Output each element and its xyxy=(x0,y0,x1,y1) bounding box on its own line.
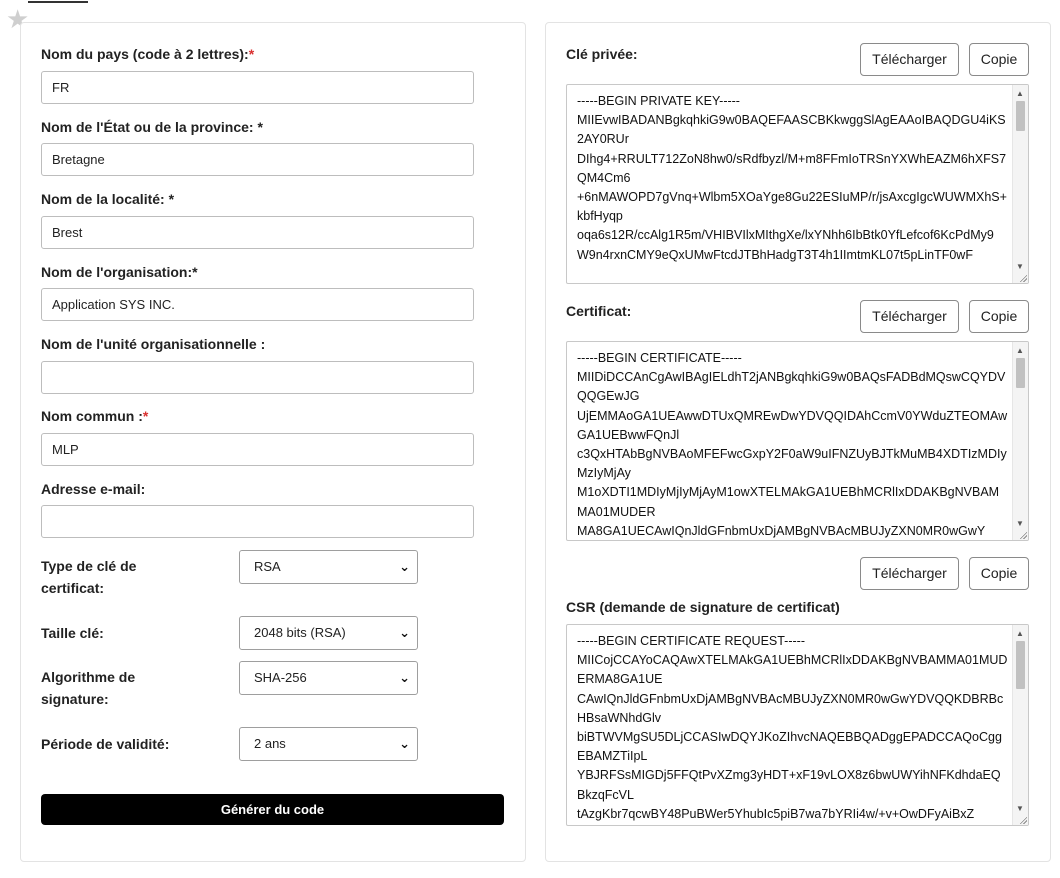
signature-algorithm-select[interactable]: SHA-256 ⌄ xyxy=(239,661,418,695)
top-link-underline[interactable] xyxy=(28,0,88,3)
scrollbar-thumb[interactable] xyxy=(1016,358,1025,388)
csr-label: CSR (demande de signature de certificat) xyxy=(566,599,840,615)
certificate-copy-button[interactable]: Copie xyxy=(969,300,1029,333)
common-name-label: Nom commun :* xyxy=(41,408,149,424)
org-unit-label: Nom de l'unité organisationnelle : xyxy=(41,336,266,352)
csr-text: -----BEGIN CERTIFICATE REQUEST----- MIIC… xyxy=(577,634,1008,821)
scroll-up-arrow-icon[interactable]: ▲ xyxy=(1016,89,1024,98)
scroll-up-arrow-icon[interactable]: ▲ xyxy=(1016,346,1024,355)
state-input[interactable]: Bretagne xyxy=(41,143,474,176)
chevron-down-icon: ⌄ xyxy=(399,736,410,751)
validity-label: Période de validité: xyxy=(41,736,170,752)
scroll-down-arrow-icon[interactable]: ▼ xyxy=(1016,804,1024,813)
state-label: Nom de l'État ou de la province: * xyxy=(41,119,263,135)
private-key-label: Clé privée: xyxy=(566,46,638,62)
email-input[interactable] xyxy=(41,505,474,538)
key-size-select[interactable]: 2048 bits (RSA) ⌄ xyxy=(239,616,418,650)
certificate-label: Certificat: xyxy=(566,303,632,319)
key-type-label: Type de clé de certificat: xyxy=(41,558,137,596)
org-unit-input[interactable] xyxy=(41,361,474,394)
country-label: Nom du pays (code à 2 lettres):* xyxy=(41,46,255,62)
csr-copy-button[interactable]: Copie xyxy=(969,557,1029,590)
csr-download-button[interactable]: Télécharger xyxy=(860,557,959,590)
resize-handle-icon[interactable] xyxy=(1019,816,1027,824)
scroll-up-arrow-icon[interactable]: ▲ xyxy=(1016,629,1024,638)
scroll-down-arrow-icon[interactable]: ▼ xyxy=(1016,262,1024,271)
chevron-down-icon: ⌄ xyxy=(399,559,410,574)
validity-select[interactable]: 2 ans ⌄ xyxy=(239,727,418,761)
resize-handle-icon[interactable] xyxy=(1019,531,1027,539)
key-type-select[interactable]: RSA ⌄ xyxy=(239,550,418,584)
certificate-text: -----BEGIN CERTIFICATE----- MIIDiDCCAnCg… xyxy=(577,351,1008,538)
csr-textarea[interactable]: -----BEGIN CERTIFICATE REQUEST----- MIIC… xyxy=(566,624,1029,826)
chevron-down-icon: ⌄ xyxy=(399,670,410,685)
locality-input[interactable]: Brest xyxy=(41,216,474,249)
private-key-scrollbar[interactable]: ▲ ▼ xyxy=(1012,85,1028,283)
csr-form-card: Nom du pays (code à 2 lettres):* FR Nom … xyxy=(20,22,526,862)
csr-scrollbar[interactable]: ▲ ▼ xyxy=(1012,625,1028,825)
private-key-text: -----BEGIN PRIVATE KEY----- MIIEvwIBADAN… xyxy=(577,94,1007,262)
private-key-download-button[interactable]: Télécharger xyxy=(860,43,959,76)
signature-algorithm-label: Algorithme de signature: xyxy=(41,669,136,707)
common-name-input[interactable]: MLP xyxy=(41,433,474,466)
certificate-scrollbar[interactable]: ▲ ▼ xyxy=(1012,342,1028,540)
chevron-down-icon: ⌄ xyxy=(399,625,410,640)
key-size-label: Taille clé: xyxy=(41,625,104,641)
scrollbar-thumb[interactable] xyxy=(1016,641,1025,689)
scroll-down-arrow-icon[interactable]: ▼ xyxy=(1016,519,1024,528)
generate-button[interactable]: Générer du code xyxy=(41,794,504,825)
email-label: Adresse e-mail: xyxy=(41,481,146,497)
certificate-textarea[interactable]: -----BEGIN CERTIFICATE----- MIIDiDCCAnCg… xyxy=(566,341,1029,541)
organization-label: Nom de l'organisation:* xyxy=(41,264,198,280)
resize-handle-icon[interactable] xyxy=(1019,274,1027,282)
organization-input[interactable]: Application SYS INC. xyxy=(41,288,474,321)
private-key-textarea[interactable]: -----BEGIN PRIVATE KEY----- MIIEvwIBADAN… xyxy=(566,84,1029,284)
certificate-download-button[interactable]: Télécharger xyxy=(860,300,959,333)
locality-label: Nom de la localité: * xyxy=(41,191,175,207)
private-key-copy-button[interactable]: Copie xyxy=(969,43,1029,76)
country-input[interactable]: FR xyxy=(41,71,474,104)
scrollbar-thumb[interactable] xyxy=(1016,101,1025,131)
output-card: Clé privée: Télécharger Copie -----BEGIN… xyxy=(545,22,1051,862)
